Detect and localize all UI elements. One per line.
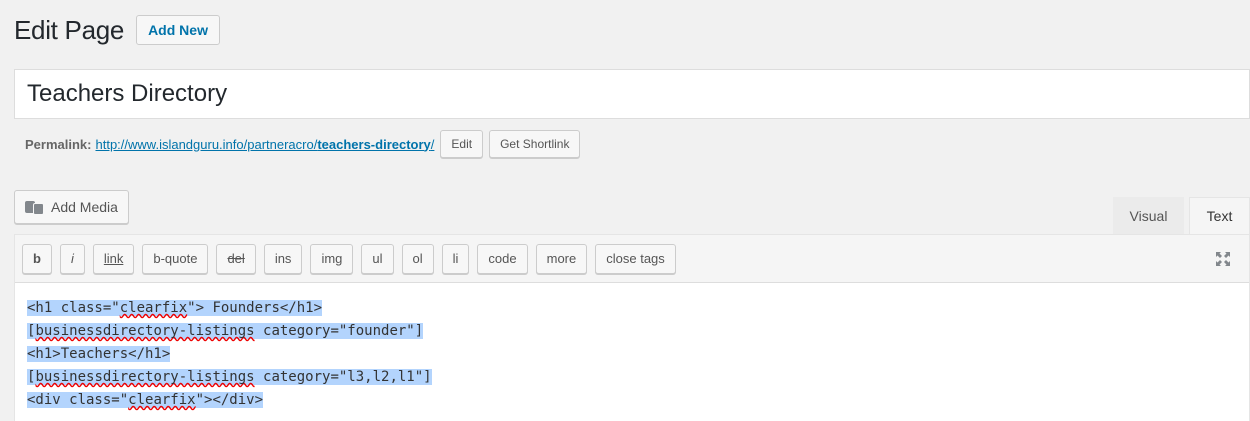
add-new-button[interactable]: Add New [136, 15, 220, 45]
quicktag-ol-button[interactable]: ol [401, 243, 434, 274]
permalink-row: Permalink: http://www.islandguru.info/pa… [25, 130, 581, 158]
permalink-link[interactable]: http://www.islandguru.info/partneracro/t… [95, 137, 434, 152]
quicktags-toolbar: b i link b-quote del ins img ul ol li co… [15, 235, 1249, 283]
quicktag-ul-button[interactable]: ul [361, 243, 394, 274]
code-line: [businessdirectory-listings category="l3… [27, 369, 432, 385]
quicktag-ins-button[interactable]: ins [263, 243, 303, 274]
code-line: <div class="clearfix"></div> [27, 392, 264, 408]
code-line: <h1>Teachers</h1> [27, 346, 171, 362]
page-header: Edit Page Add New [14, 10, 220, 50]
quicktag-italic-button[interactable]: i [59, 243, 85, 274]
title-field-wrapper [14, 69, 1250, 119]
get-shortlink-button[interactable]: Get Shortlink [489, 130, 581, 158]
tab-text[interactable]: Text [1189, 197, 1250, 234]
quicktag-more-button[interactable]: more [535, 243, 588, 274]
editor-content[interactable]: <h1 class="clearfix"> Founders</h1> [bus… [15, 283, 1249, 412]
add-media-label: Add Media [51, 199, 118, 215]
edit-permalink-button[interactable]: Edit [440, 130, 484, 158]
quicktag-bquote-button[interactable]: b-quote [142, 243, 209, 274]
permalink-url-base: http://www.islandguru.info/partneracro/ [95, 136, 318, 152]
permalink-slug: teachers-directory [317, 136, 431, 152]
permalink-url-tail: / [430, 136, 435, 152]
add-media-icon [25, 199, 44, 215]
tab-visual[interactable]: Visual [1113, 197, 1184, 234]
code-line: <h1 class="clearfix"> Founders</h1> [27, 300, 323, 316]
quicktag-link-button[interactable]: link [92, 243, 135, 274]
quicktag-code-button[interactable]: code [477, 243, 528, 274]
code-line: [businessdirectory-listings category="fo… [27, 323, 424, 339]
fullscreen-icon[interactable] [1215, 251, 1231, 267]
page-title: Edit Page [14, 14, 125, 45]
quicktag-img-button[interactable]: img [310, 243, 354, 274]
quicktag-del-button[interactable]: del [216, 243, 256, 274]
quicktag-close-tags-button[interactable]: close tags [595, 243, 676, 274]
quicktag-bold-button[interactable]: b [22, 243, 52, 274]
text-editor: b i link b-quote del ins img ul ol li co… [14, 234, 1250, 421]
permalink-label: Permalink: [25, 136, 92, 152]
title-input[interactable] [15, 70, 1249, 118]
add-media-button[interactable]: Add Media [14, 190, 129, 224]
quicktag-li-button[interactable]: li [441, 243, 470, 274]
